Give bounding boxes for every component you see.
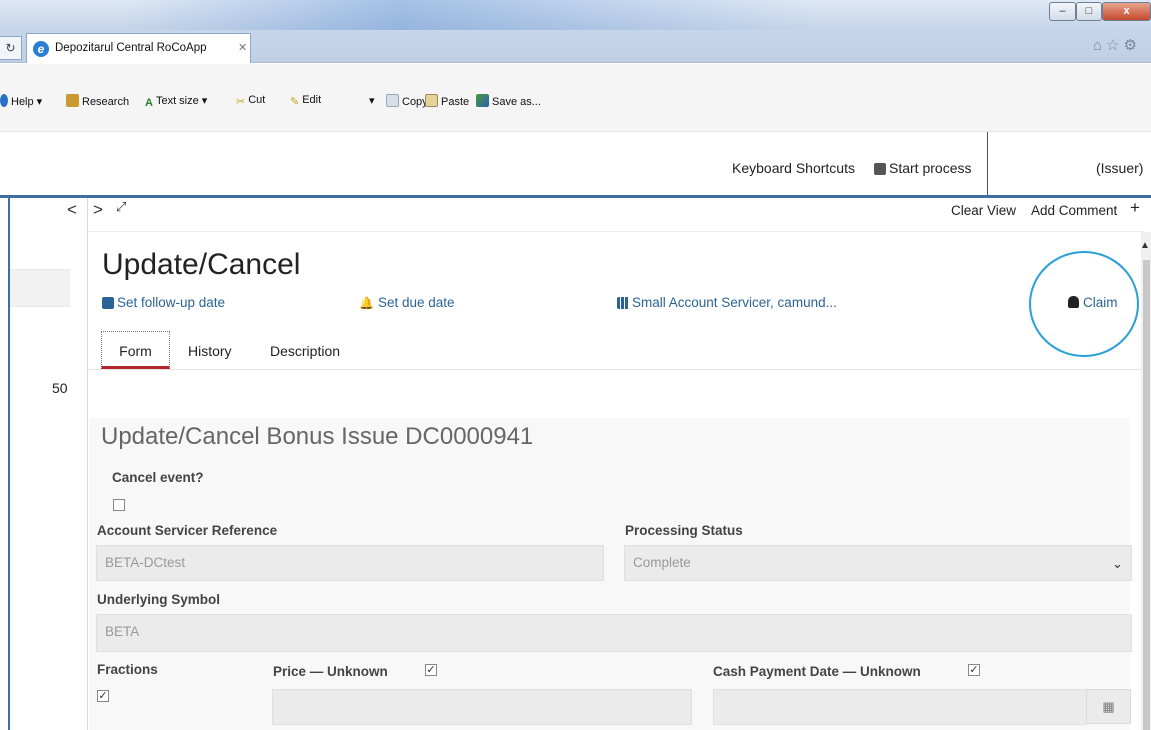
text-size-menu[interactable]: A Text size ▾ xyxy=(145,94,207,110)
claim-label: Claim xyxy=(1083,295,1118,310)
processing-status-label: Processing Status xyxy=(625,523,743,538)
task-list-panel: 50 xyxy=(8,198,88,730)
fractions-label: Fractions xyxy=(97,662,158,677)
task-list-filter-field[interactable] xyxy=(10,269,70,307)
collapse-left-button[interactable]: < xyxy=(67,200,77,220)
browser-tab[interactable]: e Depozitarul Central RoCoApp ✕ xyxy=(26,33,251,63)
paste-button[interactable]: Paste xyxy=(425,94,469,108)
user-icon xyxy=(1068,296,1079,308)
start-process-label: Start process xyxy=(889,160,972,176)
task-count: 50 xyxy=(52,380,68,396)
nav-divider xyxy=(89,231,1144,232)
help-icon xyxy=(0,94,8,107)
underlying-symbol-input[interactable]: BETA xyxy=(96,614,1132,652)
account-servicer-reference-input[interactable]: BETA-DCtest xyxy=(96,545,604,581)
keyboard-shortcuts-link[interactable]: Keyboard Shortcuts xyxy=(732,160,855,176)
edit-pencil-icon: ✎ xyxy=(290,96,300,108)
research-button[interactable]: Research xyxy=(66,94,129,108)
research-icon xyxy=(66,94,79,107)
close-button[interactable]: x xyxy=(1102,2,1151,21)
save-as-button[interactable]: Save as... xyxy=(476,94,541,108)
list-icon xyxy=(874,163,886,175)
set-due-date-link[interactable]: 🔔 Set due date xyxy=(359,295,455,310)
help-label: Help ▾ xyxy=(11,96,43,108)
calendar-picker-icon[interactable]: ▦ xyxy=(1086,689,1131,724)
candidate-groups-label: Small Account Servicer, camund... xyxy=(632,295,837,310)
underlying-symbol-label: Underlying Symbol xyxy=(97,592,221,607)
expand-right-button[interactable]: > xyxy=(93,200,103,220)
clear-view-link[interactable]: Clear View xyxy=(951,203,1016,218)
follow-up-label: Set follow-up date xyxy=(117,295,226,310)
task-title: Update/Cancel xyxy=(102,248,301,281)
browser-toolbar-icons[interactable]: ⌂☆⚙ xyxy=(1093,36,1141,54)
app-header: Keyboard Shortcuts Start process (Issuer… xyxy=(0,132,1151,198)
cancel-event-label: Cancel event? xyxy=(112,470,204,485)
processing-status-select[interactable]: Complete xyxy=(624,545,1132,581)
cut-icon: ✂ xyxy=(236,96,246,108)
price-input[interactable] xyxy=(272,689,692,725)
research-label: Research xyxy=(82,96,130,108)
scroll-up-icon[interactable]: ▲ xyxy=(1140,240,1150,251)
claim-button[interactable]: Claim xyxy=(1068,295,1118,310)
maximize-button[interactable]: □ xyxy=(1076,2,1102,21)
edit-label: Edit xyxy=(302,94,322,106)
window-controls: – □ x xyxy=(1049,2,1151,21)
titlebar-glow xyxy=(120,0,820,30)
scrollbar-thumb[interactable] xyxy=(1143,260,1150,730)
bell-icon: 🔔 xyxy=(359,296,374,310)
tab-history[interactable]: History xyxy=(188,343,232,359)
fractions-checkbox[interactable]: ✓ xyxy=(97,690,109,702)
header-separator xyxy=(987,132,988,195)
cut-button[interactable]: ✂ Cut xyxy=(236,94,265,108)
due-date-label: Set due date xyxy=(377,295,455,310)
copy-label: Copy xyxy=(402,96,428,108)
text-size-icon: A xyxy=(145,97,153,109)
form-title: Update/Cancel Bonus Issue DC0000941 xyxy=(101,423,534,450)
edit-dropdown-button[interactable]: ▾ xyxy=(369,94,375,107)
tab-close-icon[interactable]: ✕ xyxy=(238,41,247,54)
save-as-icon xyxy=(476,94,489,107)
set-follow-up-date-link[interactable]: Set follow-up date xyxy=(102,295,225,310)
cash-payment-unknown-checkbox[interactable]: ✓ xyxy=(968,664,980,676)
minimize-button[interactable]: – xyxy=(1049,2,1076,21)
price-unknown-checkbox[interactable]: ✓ xyxy=(425,664,437,676)
fullscreen-expand-icon[interactable]: ⤢ xyxy=(116,199,126,215)
copy-button[interactable]: Copy xyxy=(386,94,428,108)
browser-tab-title: Depozitarul Central RoCoApp xyxy=(55,42,207,54)
tab-description[interactable]: Description xyxy=(270,343,340,359)
help-menu[interactable]: Help ▾ xyxy=(0,94,42,108)
cancel-event-checkbox[interactable] xyxy=(113,499,125,511)
browser-titlebar: ↻ e Depozitarul Central RoCoApp ✕ – □ x … xyxy=(0,0,1151,63)
command-bar: Help ▾ Research A Text size ▾ ✂ Cut ✎ Edit … xyxy=(0,64,1151,132)
candidate-groups-link[interactable]: Small Account Servicer, camund... xyxy=(617,295,837,310)
start-process-button[interactable]: Start process xyxy=(874,160,971,176)
cash-payment-date-input[interactable] xyxy=(713,689,1087,725)
edit-button[interactable]: ✎ Edit xyxy=(290,94,321,108)
cash-payment-date-label: Cash Payment Date — Unknown xyxy=(713,664,921,679)
tabs-divider xyxy=(89,369,1144,370)
text-size-label: Text size ▾ xyxy=(155,95,208,107)
paste-icon xyxy=(425,94,438,107)
chevron-down-icon[interactable]: ⌄ xyxy=(1112,556,1123,572)
refresh-icon[interactable]: ↻ xyxy=(0,36,22,60)
price-label: Price — Unknown xyxy=(273,664,388,679)
add-comment-link[interactable]: Add Comment xyxy=(1031,203,1117,218)
paste-label: Paste xyxy=(441,96,470,108)
grid-icon xyxy=(617,297,629,309)
tab-form[interactable]: Form xyxy=(101,331,170,369)
add-comment-plus-icon[interactable]: + xyxy=(1130,198,1140,218)
user-role-label[interactable]: (Issuer) xyxy=(1096,160,1143,176)
account-servicer-reference-label: Account Servicer Reference xyxy=(97,523,278,538)
ie-logo-icon: e xyxy=(33,41,49,57)
save-as-label: Save as... xyxy=(492,96,541,108)
calendar-icon xyxy=(102,297,114,309)
copy-icon xyxy=(386,94,399,107)
cut-label: Cut xyxy=(248,94,266,106)
